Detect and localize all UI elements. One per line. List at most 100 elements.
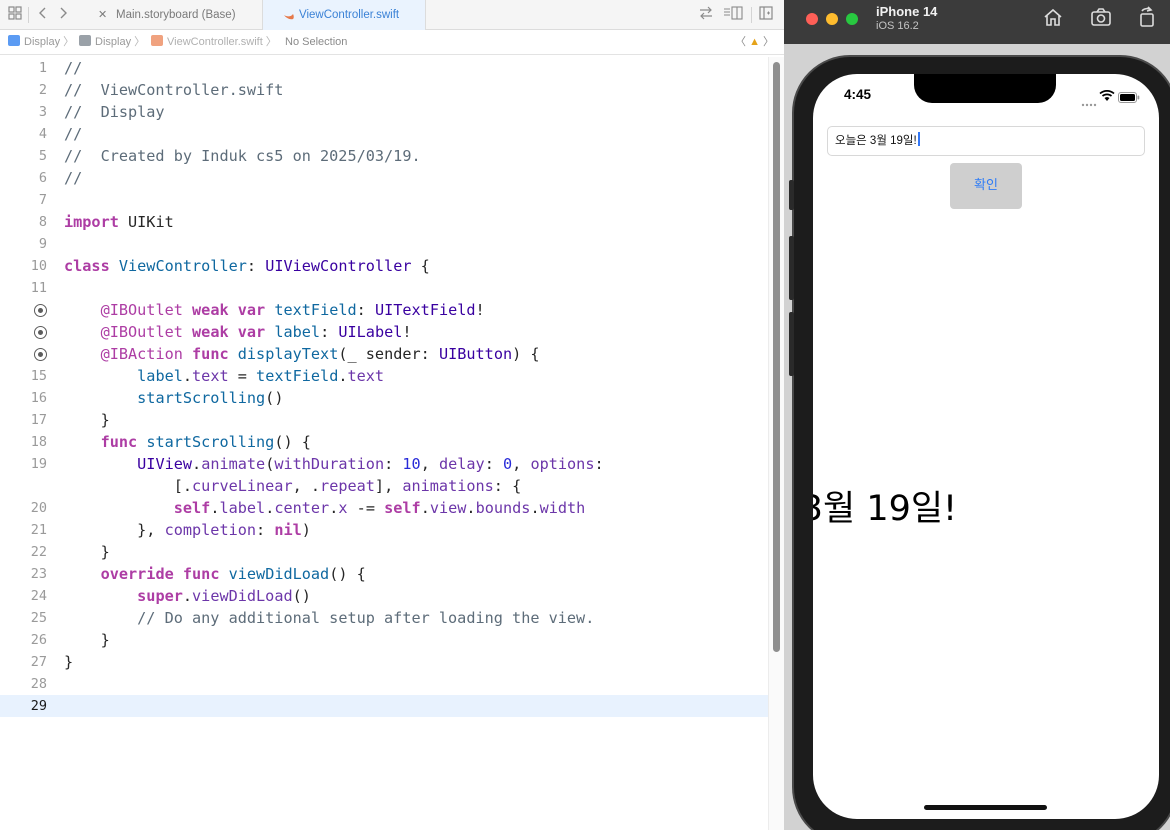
grid-icon[interactable] (6, 6, 24, 24)
code-token: viewDidLoad (228, 565, 330, 583)
line-number: 17 (30, 412, 47, 428)
code-line[interactable]: 3 // Display (0, 101, 768, 123)
code-line[interactable]: 26 } (0, 629, 768, 651)
chevron-right-icon[interactable] (54, 6, 72, 24)
code-token: // (64, 59, 83, 77)
code-line[interactable]: 5 // Created by Induk cs5 on 2025/03/19. (0, 145, 768, 167)
code-text: @IBOutlet weak var label: UILabel! (64, 321, 412, 343)
outlet-connection-icon[interactable] (34, 304, 47, 317)
code-token: func (182, 565, 220, 583)
chevron-left-icon[interactable] (34, 6, 52, 24)
tab-viewcontroller-swift[interactable]: ViewController.swift (262, 0, 426, 30)
line-number: 23 (30, 566, 47, 582)
line-number: 7 (38, 192, 47, 208)
code-line[interactable]: 25 // Do any additional setup after load… (0, 607, 768, 629)
code-line[interactable]: [.curveLinear, .repeat], animations: { (0, 475, 768, 497)
warning-icon: ▲ (749, 36, 760, 48)
scrollbar-thumb[interactable] (773, 62, 780, 652)
code-text: // Do any additional setup after loading… (64, 607, 594, 629)
code-line[interactable]: 21 }, completion: nil) (0, 519, 768, 541)
swap-icon[interactable] (697, 6, 715, 24)
code-line[interactable]: 19 UIView.animate(withDuration: 10, dela… (0, 453, 768, 475)
text-field[interactable]: 오늘은 3월 19일! (827, 126, 1145, 156)
line-number: 9 (38, 236, 47, 252)
split-editor-icon[interactable] (722, 6, 744, 24)
code-line[interactable]: 24 super.viewDidLoad() (0, 585, 768, 607)
code-line[interactable]: 7 (0, 189, 768, 211)
outlet-connection-icon[interactable] (34, 348, 47, 361)
code-line[interactable]: 17 } (0, 409, 768, 431)
tab-main-storyboard[interactable]: ✕ Main.storyboard (Base) (98, 0, 258, 30)
code-token: label (137, 367, 183, 385)
code-token: viewDidLoad (192, 587, 293, 605)
minimize-button[interactable] (826, 13, 838, 25)
code-line[interactable]: 22 } (0, 541, 768, 563)
scrolling-label: 오늘은 3월 19일! (813, 489, 958, 529)
code-line[interactable]: 18 func startScrolling() { (0, 431, 768, 453)
home-indicator[interactable] (924, 805, 1047, 810)
code-line[interactable]: 20 self.label.center.x -= self.view.boun… (0, 497, 768, 519)
line-number: 6 (38, 170, 47, 186)
code-line[interactable]: 8 import UIKit (0, 211, 768, 233)
line-number: 20 (30, 500, 47, 516)
code-editor[interactable]: 1 // 2 // ViewController.swift 3 // Display 4 /… (0, 57, 768, 830)
code-line[interactable]: 6 // (0, 167, 768, 189)
os-version: iOS 16.2 (876, 20, 919, 32)
inspector-icon[interactable] (757, 6, 775, 24)
line-number: 28 (30, 676, 47, 692)
text-field-value: 오늘은 3월 19일! (835, 135, 917, 147)
code-token: withDuration (274, 455, 385, 473)
code-token: 10 (402, 455, 421, 473)
breadcrumb-selection[interactable]: No Selection (285, 30, 347, 55)
editor-scrollbar[interactable] (768, 57, 784, 830)
code-token: }, (64, 521, 165, 539)
close-button[interactable] (806, 13, 818, 25)
jump-bar: Display 〉 Display 〉 ViewController.swift 〉 … (0, 30, 784, 55)
volume-up-button[interactable] (789, 236, 794, 300)
confirm-button[interactable]: 확인 (950, 163, 1022, 209)
code-line[interactable]: 15 label.text = textField.text (0, 365, 768, 387)
code-token: text (347, 367, 385, 385)
breadcrumb-folder[interactable]: Display 〉 (79, 30, 145, 55)
code-text: startScrolling() (64, 387, 283, 409)
code-text: } (64, 629, 110, 651)
action-button[interactable] (789, 180, 794, 210)
code-text: } (64, 541, 110, 563)
line-number: 10 (30, 258, 47, 274)
line-number: 4 (38, 126, 47, 142)
issue-nav[interactable]: 〈 ▲ 〉 (735, 30, 774, 55)
code-line[interactable]: @IBOutlet weak var label: UILabel! (0, 321, 768, 343)
code-line[interactable]: 16 startScrolling() (0, 387, 768, 409)
code-token: super (137, 587, 183, 605)
code-line[interactable]: 29 (0, 695, 768, 717)
code-line[interactable]: 10 class ViewController: UIViewController… (0, 255, 768, 277)
code-line[interactable]: 23 override func viewDidLoad() { (0, 563, 768, 585)
code-line[interactable]: 4 // (0, 123, 768, 145)
screenshot-icon[interactable] (1090, 6, 1112, 28)
zoom-button[interactable] (846, 13, 858, 25)
breadcrumb-project[interactable]: Display 〉 (8, 30, 74, 55)
code-line[interactable]: 11 (0, 277, 768, 299)
rotate-icon[interactable] (1136, 6, 1158, 28)
iphone-screen: 4:45 오늘은 3월 19일! 확인 오늘은 3월 19일! (813, 74, 1159, 819)
code-line[interactable]: 28 (0, 673, 768, 695)
code-line[interactable]: @IBAction func displayText(_ sender: UIB… (0, 343, 768, 365)
line-number: 25 (30, 610, 47, 626)
code-line[interactable]: @IBOutlet weak var textField: UITextFiel… (0, 299, 768, 321)
volume-down-button[interactable] (789, 312, 794, 376)
code-line[interactable]: 2 // ViewController.swift (0, 79, 768, 101)
code-line[interactable]: 27} (0, 651, 768, 673)
code-token: weak (192, 323, 229, 341)
outlet-connection-icon[interactable] (34, 326, 47, 339)
code-line[interactable]: 9 (0, 233, 768, 255)
home-icon[interactable] (1042, 6, 1064, 28)
code-token: ! (402, 323, 412, 341)
breadcrumb-file[interactable]: ViewController.swift 〉 (151, 30, 277, 55)
code-line[interactable]: 1 // (0, 57, 768, 79)
line-number: 3 (38, 104, 47, 120)
